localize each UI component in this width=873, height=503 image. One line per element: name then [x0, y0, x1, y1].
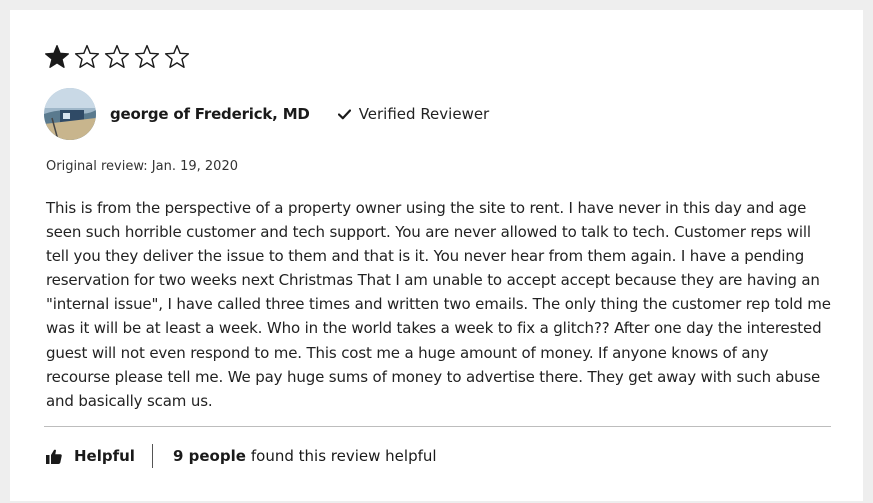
review-body-line: and basically scam us. [46, 391, 213, 410]
star-filled-icon [44, 44, 70, 68]
reviewer-name: george of Frederick, MD [110, 105, 310, 123]
helpful-label: Helpful [74, 447, 135, 465]
review-body-line: recourse please tell me. We pay huge sum… [46, 367, 821, 386]
review-body-line: was it will be at least a week. Who in t… [46, 319, 822, 338]
helpful-button[interactable]: Helpful [46, 447, 135, 465]
review-footer: Helpful 9 people found this review helpf… [46, 443, 437, 469]
review-body-line: reservation for two weeks next Christmas… [46, 271, 820, 290]
review-body-line: guest will not even respond to me. This … [46, 343, 769, 362]
review-body: This is from the perspective of a proper… [46, 196, 846, 413]
review-body-line: This is from the perspective of a proper… [46, 199, 807, 217]
reviewer-avatar [44, 88, 96, 140]
divider [44, 426, 831, 427]
reviewer-info: george of Frederick, MD Verified Reviewe… [44, 88, 489, 140]
helpful-count: 9 people [172, 447, 246, 465]
star-outline-icon [164, 44, 190, 68]
footer-separator [151, 444, 153, 468]
star-outline-icon [134, 44, 160, 68]
helpful-count-suffix: found this review helpful [250, 447, 437, 465]
star-outline-icon [104, 44, 130, 68]
review-body-line: seen such horrible customer and tech sup… [46, 223, 811, 242]
checkmark-icon [337, 108, 351, 119]
thumbs-up-icon [46, 449, 62, 464]
review-card: george of Frederick, MD Verified Reviewe… [10, 10, 863, 501]
verified-badge: Verified Reviewer [337, 105, 490, 123]
star-rating [44, 44, 190, 70]
review-body-line: "internal issue", I have called three ti… [46, 295, 831, 314]
star-outline-icon [74, 44, 100, 68]
review-date: Original review: Jan. 19, 2020 [46, 159, 238, 174]
review-body-line: tell you they deliver the issue to them … [46, 247, 805, 266]
verified-label: Verified Reviewer [358, 105, 490, 123]
